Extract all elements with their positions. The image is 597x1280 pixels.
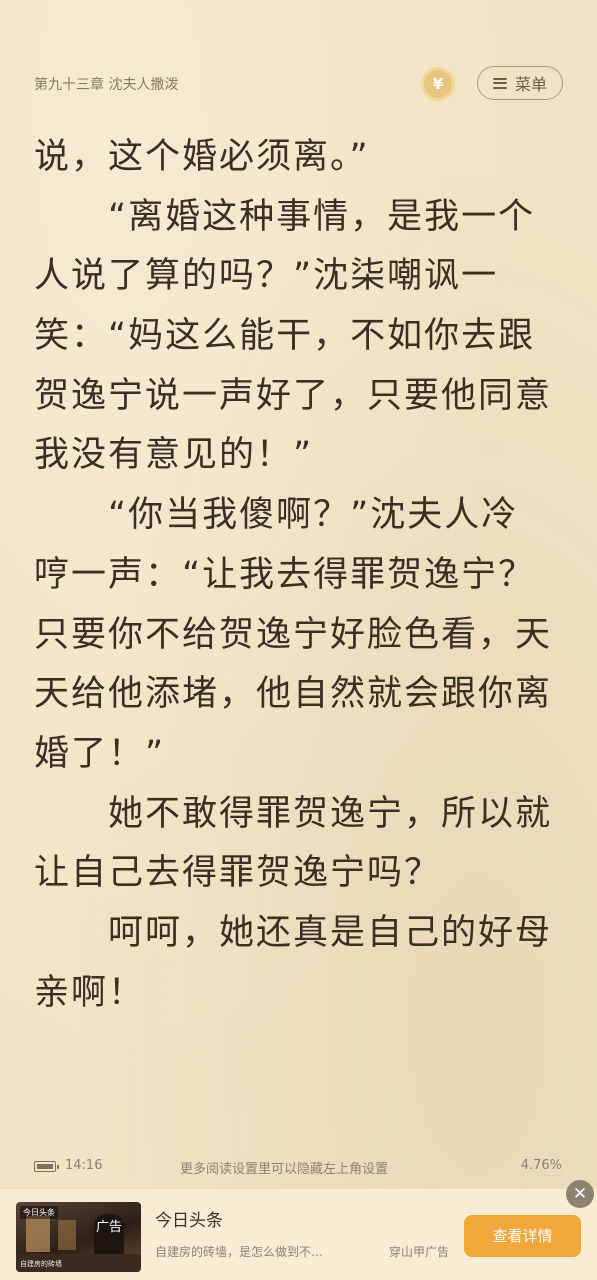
text-line: 人说了算的吗？”沈柒嘲讽一 [34,256,499,297]
battery-icon [34,1161,59,1172]
reading-content[interactable]: 说，这个婚必须离。” “离婚这种事情，是我一个 人说了算的吗？”沈柒嘲讽一 笑：… [34,128,570,1023]
text-line: 笑：“妈这么能干，不如你去跟 [34,316,536,357]
text-line: 让自己去得罪贺逸宁吗？ [34,853,442,894]
ad-banner[interactable]: 今日头条 自建房的砖墙 广告 今日头条 自建房的砖墙，是怎么做到不… 穿山甲广告… [0,1188,597,1280]
reader-status-bar: 14:16 更多阅读设置里可以隐藏左上角设置 4.76% [0,1154,597,1180]
ad-thumbnail[interactable]: 今日头条 自建房的砖墙 广告 [16,1202,141,1272]
status-tip: 更多阅读设置里可以隐藏左上角设置 [180,1162,389,1177]
text-line: “离婚这种事情，是我一个 [108,196,536,237]
text-line: 婚了！” [34,733,166,774]
reader-header: 第九十三章 沈夫人撒泼 ¥ 菜单 [0,0,597,120]
reading-progress: 4.76% [520,1158,562,1173]
thumb-badge: 今日头条 [20,1206,58,1219]
coin-icon: ¥ [432,75,444,93]
coin-button[interactable]: ¥ [421,67,455,101]
ad-description: 自建房的砖墙，是怎么做到不… [155,1245,324,1259]
text-line: 呵呵，她还真是自己的好母 [108,912,553,953]
text-line: 我没有意见的！” [34,435,314,476]
ad-label: 广告 [96,1220,123,1235]
text-line: 天给他添堵，他自然就会跟你离 [34,674,553,715]
text-line: 她不敢得罪贺逸宁，所以就 [108,793,553,834]
chapter-title: 第九十三章 沈夫人撒泼 [34,77,179,93]
text-line: 贺逸宁说一声好了，只要他同意 [34,375,553,416]
text-line: 哼一声：“让我去得罪贺逸宁？ [34,554,536,595]
thumb-window [26,1216,50,1252]
text-line: 只要你不给贺逸宁好脸色看，天 [34,614,553,655]
thumb-window [58,1220,76,1250]
ad-source: 今日头条 [155,1211,223,1231]
text-line: 亲啊！ [34,972,146,1013]
ad-close-button[interactable]: ✕ [566,1180,594,1208]
menu-button[interactable]: 菜单 [477,66,563,100]
ad-cta-button[interactable]: 查看详情 [464,1215,581,1257]
text-line: 说，这个婚必须离。” [34,137,370,177]
menu-icon [492,77,507,89]
ad-tag: 穿山甲广告 [389,1245,450,1259]
menu-label: 菜单 [514,75,547,94]
text-line: “你当我傻啊？”沈夫人冷 [108,495,519,536]
thumb-caption: 自建房的砖墙 [20,1260,62,1268]
status-time: 14:16 [65,1158,103,1173]
